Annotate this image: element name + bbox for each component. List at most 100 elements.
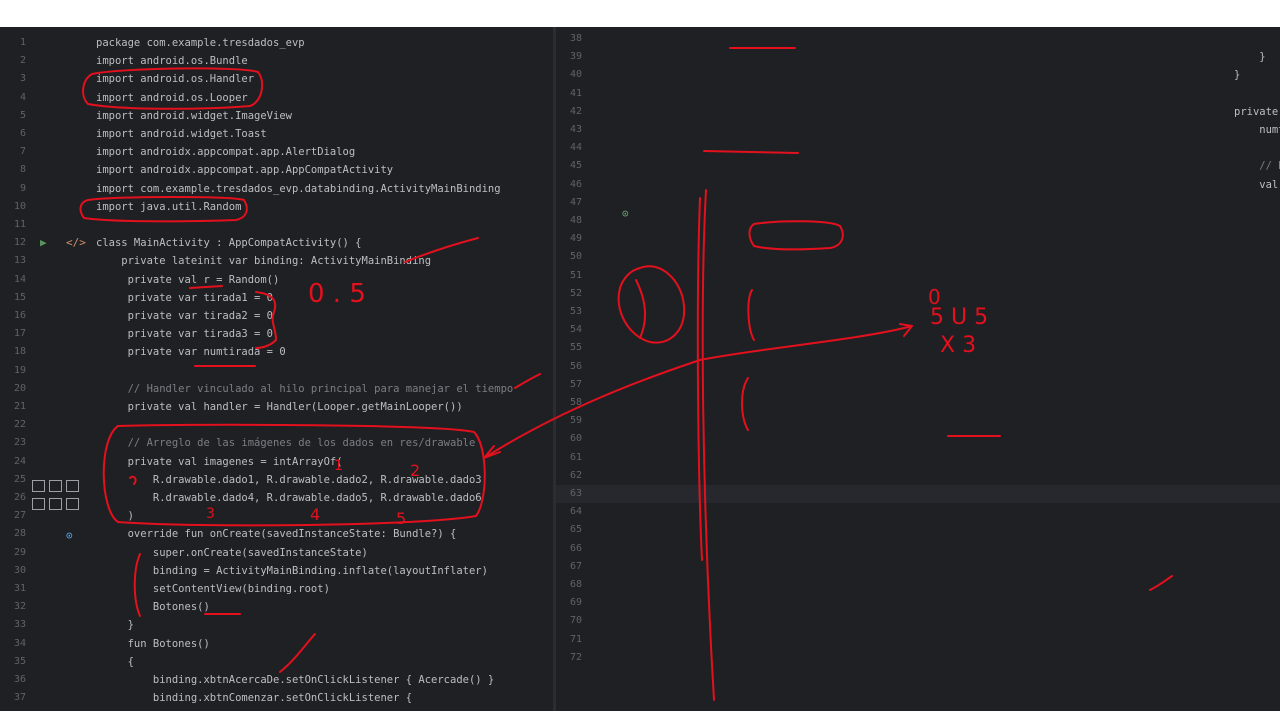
code-line[interactable]: 37 binding.xbtnComenzar.setOnClickListen… — [0, 689, 553, 707]
editor-pane-left[interactable]: 1 package com.example.tresdados_evp 2 impor… — [0, 27, 553, 711]
code-line[interactable]: 5 import android.widget.ImageView — [0, 107, 553, 125]
code-line[interactable]: 17 private var tirada3 = 0 — [0, 325, 553, 343]
code-line[interactable]: 69 // Si no son tres 6, volver a ejecuta… — [556, 594, 1280, 612]
code-line[interactable]: 8 import androidx.appcompat.app.AppCompat… — [0, 161, 553, 179]
code-line[interactable]: 52 tirada2 = r.nextInt(6) — [556, 285, 1280, 303]
code-text: } — [1234, 69, 1241, 82]
code-line[interactable]: 14 private val r = Random() — [0, 271, 553, 289]
code-line[interactable]: 39 } — [556, 48, 1280, 66]
code-line[interactable]: 47 override fun run() { — [556, 194, 1280, 212]
code-line[interactable]: 32 Botones() — [0, 598, 553, 616]
code-text: binding.xbtnComenzar.setOnClickListener … — [96, 692, 413, 705]
image-icon[interactable] — [49, 479, 62, 492]
code-text: R.drawable.dado4, R.drawable.dado5, R.dr… — [96, 492, 482, 504]
line-number: 11 — [13, 219, 26, 230]
image-icon[interactable] — [49, 497, 62, 510]
code-line[interactable]: 43 numtirada = 0 // Reiniciamos el conta… — [556, 121, 1280, 139]
code-line[interactable]: 2 import android.os.Bundle — [0, 52, 553, 70]
code-line[interactable]: 60 // Condición de parada: que los tres … — [556, 430, 1280, 448]
editor-pane-right[interactable]: 38 tirardado(binding.ximgDado1, binding.… — [556, 27, 1280, 711]
code-line[interactable]: 38 tirardado(binding.ximgDado1, binding.… — [556, 30, 1280, 48]
code-line[interactable]: 44 — [556, 139, 1280, 157]
code-line[interactable]: 66 — [556, 540, 1280, 558]
code-line[interactable]: 48 numtirada++ — [556, 212, 1280, 230]
code-line[interactable]: 71 } — [556, 631, 1280, 649]
code-text: private val handler = Handler(Looper.get… — [96, 401, 463, 413]
code-line[interactable]: 33 } — [0, 616, 553, 634]
code-line[interactable]: 11 — [0, 216, 553, 234]
code-text: R.drawable.dado1, R.drawable.dado2, R.dr… — [96, 473, 488, 486]
code-line[interactable]: 6 import android.widget.Toast — [0, 125, 553, 143]
line-number: 5 — [19, 109, 26, 121]
code-line[interactable]: 67 handler.removeCallbacks(this) // Deti… — [556, 558, 1280, 576]
code-line[interactable]: 49 — [556, 230, 1280, 248]
code-line[interactable]: 10 import java.util.Random — [0, 198, 553, 216]
image-icon[interactable] — [66, 497, 79, 510]
code-line[interactable]: 19 — [0, 362, 553, 380]
code-line[interactable]: 53 tirada3 = r.nextInt(6) — [556, 303, 1280, 321]
code-line[interactable]: 4 import android.os.Looper — [0, 89, 553, 107]
code-line[interactable]: 65 Toast.LENGTH_LONG).show() — [556, 521, 1280, 539]
code-line[interactable]: 51 tirada1 = r.nextInt(6) — [556, 267, 1280, 285]
code-text: ) — [96, 510, 134, 523]
code-line[interactable]: 64 "¡Tercia de 6! Intentos totales: $num… — [556, 503, 1280, 521]
code-line[interactable]: 23 // Arreglo de las imágenes de los dad… — [0, 434, 553, 452]
code-line[interactable]: 72 } — [556, 649, 1280, 667]
code-line[interactable]: 50 // Generar números aleatorios (0 a 5 … — [556, 248, 1280, 266]
code-line[interactable]: 35 { — [0, 653, 553, 671]
code-line[interactable]: 41 — [556, 85, 1280, 103]
line-number: 9 — [19, 182, 26, 194]
code-line[interactable]: 54 — [556, 321, 1280, 339]
drawable-preview-icons-row1[interactable] — [32, 475, 83, 494]
line-number: 3 — [19, 73, 26, 85]
code-line[interactable]: 55 // Actualizar las imágenes en la inte… — [556, 339, 1280, 357]
code-line[interactable]: 9 import com.example.tresdados_evp.databi… — [0, 180, 553, 198]
code-line[interactable]: 29 super.onCreate(savedInstanceState) — [0, 544, 553, 562]
code-line[interactable]: 61 // (En el arreglo, el dado 6 es el ín… — [556, 449, 1280, 467]
code-line[interactable]: 34 fun Botones() — [0, 635, 553, 653]
code-line[interactable]: 36 binding.xbtnAcercaDe.setOnClickListen… — [0, 671, 553, 689]
code-line[interactable]: 58 img3.setImageResource(imagenes[tirada… — [556, 394, 1280, 412]
code-line[interactable]: 21 private val handler = Handler(Looper.… — [0, 398, 553, 416]
code-text: class MainActivity : AppCompatActivity()… — [96, 237, 362, 250]
code-line[interactable]: 16 private var tirada2 = 0 — [0, 307, 553, 325]
code-line[interactable]: 24 private val imagenes = intArrayOf( — [0, 453, 553, 471]
code-text: // Si no son tres 6, volver a ejecutar e… — [1234, 594, 1280, 612]
code-line[interactable]: 68 } else { — [556, 576, 1280, 594]
code-line[interactable]: 31 setContentView(binding.root) — [0, 580, 553, 598]
code-line[interactable]: 20 // Handler vinculado al hilo principa… — [0, 380, 553, 398]
code-line[interactable]: 28 override fun onCreate(savedInstanceSt… — [0, 525, 553, 543]
code-line[interactable]: 46 val runnableCode = object : Runnable … — [556, 176, 1280, 194]
line-number: 39 — [569, 51, 582, 63]
image-icon[interactable] — [66, 479, 79, 492]
code-line[interactable]: 59 — [556, 412, 1280, 430]
drawable-preview-icons-row2[interactable] — [32, 493, 83, 512]
override-icon[interactable]: ⊙ — [622, 205, 629, 223]
code-line[interactable]: 3 import android.os.Handler — [0, 70, 553, 88]
code-line[interactable]: 1 package com.example.tresdados_evp — [0, 34, 553, 52]
code-line[interactable]: 22 — [0, 416, 553, 434]
implementation-icon[interactable]: </> — [66, 234, 86, 252]
code-line[interactable]: 70 handler.postDelayed(this, 600) — [556, 612, 1280, 630]
override-icon[interactable]: ⊙ — [66, 527, 73, 545]
code-line[interactable]: 57 img2.setImageResource(imagenes[tirada… — [556, 376, 1280, 394]
code-line[interactable]: 45 // Definimos la tarea que se repetirá — [556, 157, 1280, 175]
run-icon[interactable]: ▶ — [40, 234, 47, 252]
code-text: // Generar números aleatorios (0 a 5 par… — [1234, 248, 1280, 266]
code-line[interactable]: 62 if (tirada1 == 5 && tirada2 == 5 && t… — [556, 467, 1280, 485]
code-line[interactable]: 7 import androidx.appcompat.app.AlertDial… — [0, 143, 553, 161]
image-icon[interactable] — [32, 479, 45, 492]
line-number: 46 — [569, 178, 582, 190]
code-line[interactable]: 63 Toast.makeText(applicationContext, — [556, 485, 1280, 503]
code-text: img2.setImageResource(imagenes[tirada2]) — [1234, 376, 1280, 394]
code-line[interactable]: 18 private var numtirada = 0 — [0, 343, 553, 361]
code-line[interactable]: 15 private var tirada1 = 0 — [0, 289, 553, 307]
code-text: // Arreglo de las imágenes de los dados … — [96, 437, 476, 450]
code-line[interactable]: 13 private lateinit var binding: Activit… — [0, 252, 553, 270]
code-line[interactable]: 42 private fun tirardado(img1: ImageView,… — [556, 103, 1280, 121]
code-line[interactable]: 40} — [556, 66, 1280, 84]
image-icon[interactable] — [32, 497, 45, 510]
code-text: private var tirada2 = 0 — [96, 310, 274, 322]
code-line[interactable]: 30 binding = ActivityMainBinding.inflate… — [0, 562, 553, 580]
code-line[interactable]: 56 img1.setImageResource(imagenes[tirada… — [556, 358, 1280, 376]
